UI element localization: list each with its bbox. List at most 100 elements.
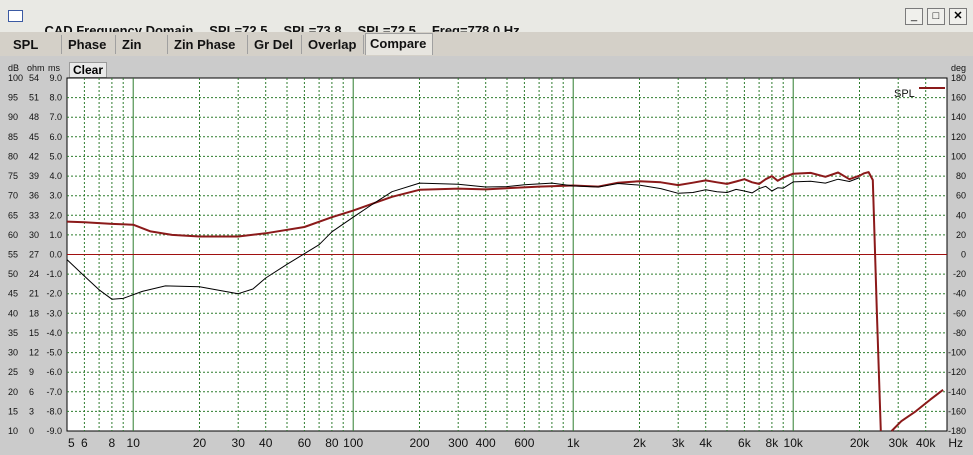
y-tick-deg: -100: [948, 348, 966, 358]
y-tick-db: 50: [8, 269, 18, 279]
y-tick-ohm: 51: [29, 93, 39, 103]
y-tick-ohm: 54: [29, 73, 39, 83]
x-tick-label: 4k: [699, 436, 713, 450]
y-tick-ohm: 18: [29, 308, 39, 318]
x-tick-label: 6k: [738, 436, 752, 450]
y-tick-db: 25: [8, 367, 18, 377]
y-tick-ohm: 48: [29, 112, 39, 122]
y-tick-ms: -6.0: [46, 367, 62, 377]
y-tick-ms: -2.0: [46, 289, 62, 299]
y-tick-ohm: 42: [29, 151, 39, 161]
y-tick-ohm: 30: [29, 230, 39, 240]
y-tick-deg: 180: [951, 73, 966, 83]
y-tick-ohm: 9: [29, 367, 34, 377]
y-tick-ms: -3.0: [46, 308, 62, 318]
y-tick-deg: -180: [948, 426, 966, 436]
y-tick-db: 85: [8, 132, 18, 142]
x-tick-label: Hz: [948, 436, 963, 450]
y-tick-db: 100: [8, 73, 23, 83]
y-tick-db: 65: [8, 210, 18, 220]
y-tick-db: 30: [8, 348, 18, 358]
y-tick-db: 20: [8, 387, 18, 397]
y-tick-ms: -8.0: [46, 406, 62, 416]
x-tick-label: 600: [514, 436, 534, 450]
x-tick-label: 5: [68, 436, 75, 450]
y-tick-deg: 80: [956, 171, 966, 181]
x-tick-label: 60: [298, 436, 312, 450]
x-tick-label: 3k: [672, 436, 686, 450]
axis-header-db: dB: [8, 63, 19, 73]
x-tick-label: 20k: [850, 436, 870, 450]
x-tick-label: 400: [476, 436, 496, 450]
y-tick-ms: 6.0: [49, 132, 62, 142]
y-tick-ohm: 0: [29, 426, 34, 436]
y-tick-ms: 2.0: [49, 210, 62, 220]
y-tick-ms: 1.0: [49, 230, 62, 240]
x-tick-label: 1k: [567, 436, 581, 450]
x-tick-label: 10: [127, 436, 141, 450]
y-tick-deg: -120: [948, 367, 966, 377]
x-tick-label: 10k: [784, 436, 804, 450]
y-tick-deg: 120: [951, 132, 966, 142]
y-tick-ms: -1.0: [46, 269, 62, 279]
y-tick-db: 45: [8, 289, 18, 299]
y-tick-ohm: 24: [29, 269, 39, 279]
y-tick-ohm: 12: [29, 348, 39, 358]
x-tick-label: 30k: [889, 436, 909, 450]
y-tick-deg: 0: [961, 250, 966, 260]
y-tick-deg: 160: [951, 93, 966, 103]
y-tick-ms: -4.0: [46, 328, 62, 338]
y-tick-db: 15: [8, 406, 18, 416]
y-tick-ms: 5.0: [49, 151, 62, 161]
x-tick-label: 6: [81, 436, 88, 450]
y-tick-db: 75: [8, 171, 18, 181]
x-tick-label: 2k: [633, 436, 647, 450]
y-tick-deg: -20: [953, 269, 966, 279]
y-tick-deg: 60: [956, 191, 966, 201]
y-tick-db: 70: [8, 191, 18, 201]
y-tick-ohm: 45: [29, 132, 39, 142]
x-tick-label: 8k: [766, 436, 780, 450]
y-tick-deg: 100: [951, 151, 966, 161]
x-tick-label: 20: [193, 436, 207, 450]
y-tick-ms: 3.0: [49, 191, 62, 201]
y-tick-ms: -9.0: [46, 426, 62, 436]
y-tick-db: 95: [8, 93, 18, 103]
y-tick-deg: 40: [956, 210, 966, 220]
y-tick-ms: 7.0: [49, 112, 62, 122]
x-tick-label: 200: [409, 436, 429, 450]
x-tick-label: 40k: [916, 436, 936, 450]
y-tick-db: 60: [8, 230, 18, 240]
y-tick-ms: -7.0: [46, 387, 62, 397]
x-tick-label: 300: [448, 436, 468, 450]
y-tick-ohm: 21: [29, 289, 39, 299]
y-tick-db: 55: [8, 250, 18, 260]
y-tick-ohm: 39: [29, 171, 39, 181]
y-tick-ohm: 15: [29, 328, 39, 338]
x-tick-label: 80: [325, 436, 339, 450]
y-tick-ohm: 6: [29, 387, 34, 397]
y-tick-ms: 0.0: [49, 250, 62, 260]
x-tick-label: 40: [259, 436, 273, 450]
y-tick-db: 90: [8, 112, 18, 122]
y-tick-ms: 9.0: [49, 73, 62, 83]
y-tick-db: 35: [8, 328, 18, 338]
y-tick-ms: 4.0: [49, 171, 62, 181]
y-tick-deg: -140: [948, 387, 966, 397]
y-tick-ohm: 33: [29, 210, 39, 220]
axis-header-ms: ms: [48, 63, 60, 73]
y-tick-ohm: 36: [29, 191, 39, 201]
y-tick-ohm: 27: [29, 250, 39, 260]
y-tick-ms: -5.0: [46, 348, 62, 358]
x-tick-label: 100: [343, 436, 363, 450]
y-tick-ms: 8.0: [49, 93, 62, 103]
y-tick-ohm: 3: [29, 406, 34, 416]
y-tick-db: 80: [8, 151, 18, 161]
axis-header-ohm: ohm: [27, 63, 45, 73]
x-tick-label: 30: [232, 436, 246, 450]
y-tick-db: 10: [8, 426, 18, 436]
frequency-response-chart: dB ohm ms deg100 54 9.0 18095 51 8.0 16090 48 7.0 14…: [8, 63, 966, 450]
y-tick-deg: -40: [953, 289, 966, 299]
y-tick-deg: 140: [951, 112, 966, 122]
legend-label-spl: SPL: [894, 88, 915, 100]
